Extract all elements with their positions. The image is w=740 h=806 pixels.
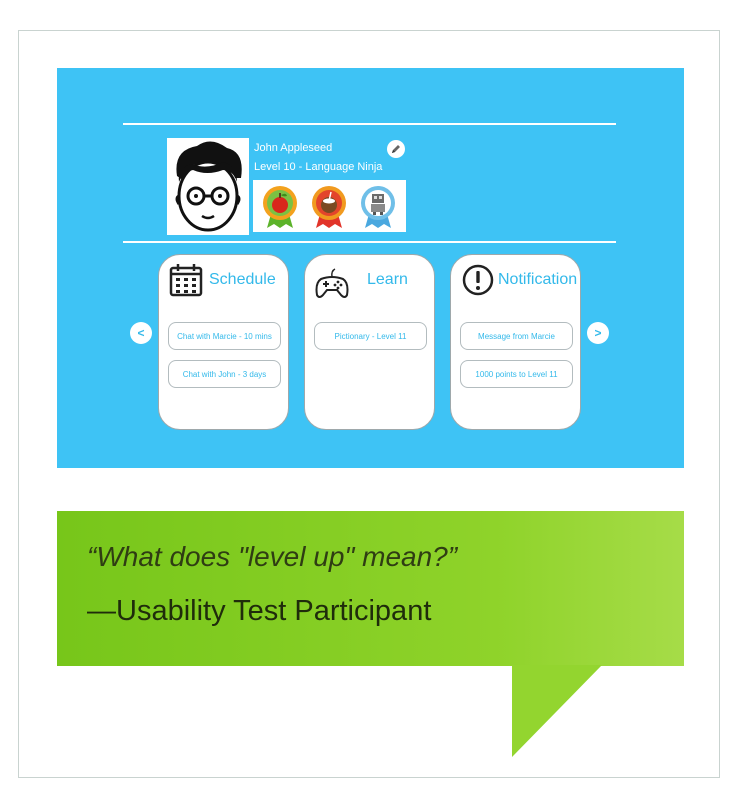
notification-title: Notification bbox=[498, 271, 578, 288]
quote-callout: “What does "level up" mean?” —Usability … bbox=[57, 511, 684, 666]
top-divider bbox=[123, 123, 616, 125]
app-screen: John Appleseed Level 10 - Language Ninja bbox=[57, 68, 684, 468]
schedule-item[interactable]: Chat with John - 3 days bbox=[168, 360, 281, 388]
notification-item[interactable]: 1000 points to Level 11 bbox=[460, 360, 573, 388]
schedule-item[interactable]: Chat with Marcie - 10 mins bbox=[168, 322, 281, 350]
apple-badge-icon bbox=[261, 184, 299, 228]
pencil-icon bbox=[392, 145, 400, 153]
quote-text: “What does "level up" mean?” bbox=[87, 541, 458, 572]
prev-arrow-button[interactable]: < bbox=[130, 322, 152, 344]
callout-tail bbox=[512, 665, 602, 757]
next-arrow-button[interactable]: > bbox=[587, 322, 609, 344]
learn-title: Learn bbox=[367, 271, 408, 288]
notification-card[interactable]: Notification Message from Marcie 1000 po… bbox=[450, 254, 581, 430]
schedule-title: Schedule bbox=[209, 271, 276, 288]
edit-profile-button[interactable] bbox=[387, 140, 405, 158]
robot-badge-icon bbox=[359, 184, 397, 228]
notification-item[interactable]: Message from Marcie bbox=[460, 322, 573, 350]
coconut-badge-icon bbox=[310, 184, 348, 228]
learn-card[interactable]: Learn Pictionary - Level 11 bbox=[304, 254, 435, 430]
badge-strip bbox=[253, 180, 406, 232]
schedule-card[interactable]: Schedule Chat with Marcie - 10 mins Chat… bbox=[158, 254, 289, 430]
gamepad-icon bbox=[315, 268, 349, 298]
learn-item[interactable]: Pictionary - Level 11 bbox=[314, 322, 427, 350]
profile-level: Level 10 - Language Ninja bbox=[254, 161, 383, 173]
profile-name: John Appleseed bbox=[254, 142, 333, 154]
avatar bbox=[167, 138, 249, 235]
middle-divider bbox=[123, 241, 616, 243]
quote-attribution: —Usability Test Participant bbox=[87, 595, 432, 627]
exclamation-icon bbox=[462, 264, 494, 296]
calendar-icon bbox=[169, 264, 203, 297]
